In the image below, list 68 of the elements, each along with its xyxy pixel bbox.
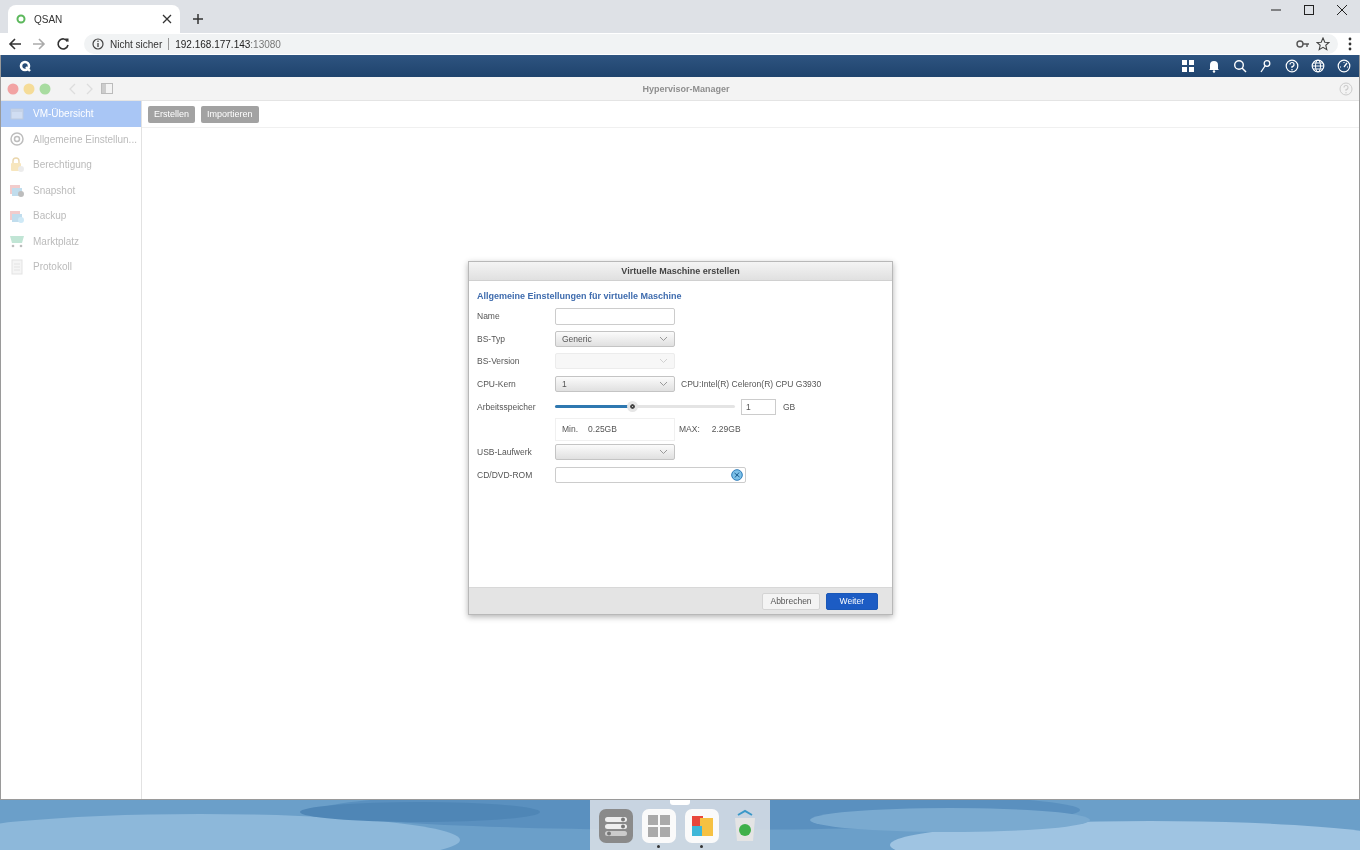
lock-icon — [9, 156, 25, 173]
logo-icon — [19, 60, 31, 72]
dropdown[interactable]: Generic — [555, 330, 675, 347]
document-icon — [9, 258, 25, 275]
chevron-down-icon — [659, 381, 668, 388]
browser-tab[interactable]: QSAN — [8, 5, 180, 33]
min-value: 0.25GB — [588, 424, 617, 435]
back-icon[interactable] — [8, 37, 22, 51]
slider-thumb[interactable] — [627, 401, 639, 413]
max-label: MAX: — [679, 424, 700, 435]
chevron-down-icon — [659, 449, 668, 456]
key-icon[interactable] — [1296, 39, 1310, 49]
field-label: Name — [477, 311, 501, 322]
security-label: Nicht sicher — [110, 38, 163, 50]
field-label: CPU-Kern — [477, 379, 517, 390]
dock-handle[interactable] — [670, 800, 690, 805]
info-icon — [92, 38, 104, 50]
address-field[interactable]: Nicht sicher 192.168.177.143:13080 — [84, 34, 1338, 54]
name-field[interactable] — [555, 307, 675, 325]
gear-icon — [9, 131, 25, 148]
window-icon — [9, 105, 25, 122]
url-text: 192.168.177.143:13080 — [175, 38, 281, 50]
sidebar-item[interactable]: Backup — [1, 203, 141, 229]
cancel-button[interactable]: Abbrechen — [762, 592, 820, 610]
apps-icon[interactable] — [1181, 59, 1195, 73]
close-icon[interactable] — [162, 14, 172, 24]
file-field[interactable] — [555, 466, 746, 483]
site-icon — [16, 14, 26, 24]
maximize-icon[interactable] — [1303, 4, 1315, 16]
new-tab-icon[interactable] — [192, 13, 204, 25]
max-value: 2.29GB — [711, 424, 741, 435]
next-button[interactable]: Weiter — [825, 592, 878, 610]
bell-icon[interactable] — [1207, 59, 1221, 73]
window-title: Hypervisor-Manager — [641, 83, 731, 94]
chevron-down-icon — [659, 358, 668, 365]
tiles-icon[interactable] — [684, 808, 719, 843]
field-label: Arbeitsspeicher — [477, 401, 537, 412]
dialog-title: Virtuelle Maschine erstellen — [469, 262, 892, 281]
cart-icon — [9, 233, 25, 250]
sidebar-toggle-icon[interactable] — [101, 83, 113, 94]
toggles-icon[interactable] — [598, 808, 633, 843]
browse-icon[interactable] — [731, 468, 743, 481]
chevron-down-icon — [659, 335, 668, 342]
section-heading: Allgemeine Einstellungen für virtuelle Maschine — [477, 291, 683, 301]
sidebar-item[interactable]: Snapshot — [1, 177, 141, 203]
sidebar-item[interactable]: Berechtigung — [1, 152, 141, 178]
sidebar-item[interactable]: Protokoll — [1, 254, 141, 280]
sidebar-item[interactable]: VM-Übersicht — [1, 101, 141, 127]
cpu-info: CPU:Intel(R) Celeron(R) CPU G3930 — [681, 379, 822, 390]
reload-icon[interactable] — [56, 37, 70, 51]
field-label: CD/DVD-ROM — [477, 469, 534, 480]
field-label: BS-Version — [477, 356, 521, 367]
star-icon[interactable] — [1316, 37, 1330, 51]
search-icon[interactable] — [1233, 59, 1247, 73]
user-icon[interactable] — [1259, 59, 1273, 73]
sidebar-item[interactable]: Marktplatz — [1, 228, 141, 254]
field-label: BS-Typ — [477, 333, 506, 344]
memory-field[interactable]: 1 — [741, 398, 776, 415]
menu-icon[interactable] — [1348, 37, 1352, 51]
min-label: Min. — [562, 424, 579, 435]
globe-icon[interactable] — [1311, 59, 1325, 73]
gauge-icon[interactable] — [1337, 59, 1351, 73]
folder-icon — [9, 182, 25, 199]
close-icon[interactable] — [1336, 4, 1348, 16]
sidebar-item[interactable]: Allgemeine Einstellun... — [1, 126, 141, 152]
unit-label: GB — [783, 401, 796, 412]
dropdown[interactable]: 1 — [555, 376, 675, 393]
field-label: USB-Laufwerk — [477, 447, 533, 458]
